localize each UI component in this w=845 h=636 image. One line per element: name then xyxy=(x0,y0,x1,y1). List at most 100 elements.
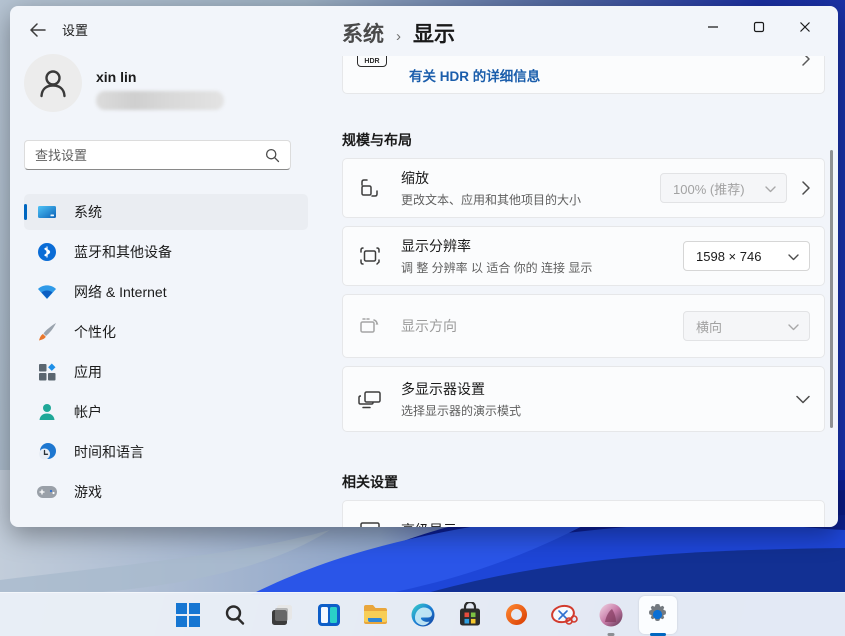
scale-icon xyxy=(357,175,383,201)
sidebar-item-system[interactable]: 系统 xyxy=(24,194,308,230)
resolution-subtitle: 调 整 分辨率 以 适合 你的 连接 显示 xyxy=(401,259,683,276)
widgets-icon xyxy=(316,602,342,628)
sidebar-item-personalization[interactable]: 个性化 xyxy=(24,314,308,350)
file-explorer-button[interactable] xyxy=(361,598,391,632)
sidebar: 设置 xin lin 系统 xyxy=(10,6,322,527)
back-arrow-icon xyxy=(29,23,46,37)
windows-logo-icon xyxy=(176,603,200,627)
office-icon xyxy=(504,602,529,627)
start-button[interactable] xyxy=(173,598,203,632)
taskbar-search-button[interactable] xyxy=(220,598,250,632)
scale-card[interactable]: 缩放 更改文本、应用和其他项目的大小 100% (推荐) xyxy=(342,158,825,218)
store-icon xyxy=(457,602,483,628)
task-view-icon xyxy=(269,602,295,628)
taskbar xyxy=(0,592,845,636)
store-button[interactable] xyxy=(455,598,485,632)
scissors-clip-icon xyxy=(550,602,578,628)
orientation-value: 横向 xyxy=(696,317,722,336)
chevron-down-icon xyxy=(765,181,776,196)
advanced-display-icon xyxy=(357,517,383,527)
orientation-card: 显示方向 横向 xyxy=(342,294,825,358)
sidebar-item-gaming[interactable]: 游戏 xyxy=(24,474,308,510)
advanced-display-card[interactable]: 高级显示 xyxy=(342,500,825,527)
chevron-down-icon xyxy=(788,319,799,334)
user-name: xin lin xyxy=(96,69,224,85)
chevron-down-icon[interactable] xyxy=(796,395,810,404)
edge-button[interactable] xyxy=(408,598,438,632)
settings-taskbar-button[interactable] xyxy=(643,598,673,632)
orientation-dropdown: 横向 xyxy=(683,311,810,341)
sidebar-item-time-language[interactable]: 时间和语言 xyxy=(24,434,308,470)
task-view-button[interactable] xyxy=(267,598,297,632)
sidebar-item-label: 游戏 xyxy=(74,482,102,502)
resolution-card[interactable]: 显示分辨率 调 整 分辨率 以 适合 你的 连接 显示 1598 × 746 xyxy=(342,226,825,286)
chevron-right-icon xyxy=(801,56,810,71)
scale-dropdown: 100% (推荐) xyxy=(660,173,787,203)
settings-search[interactable] xyxy=(24,140,291,170)
app-title: 设置 xyxy=(62,20,88,39)
sidebar-item-label: 时间和语言 xyxy=(74,442,144,462)
bluetooth-icon xyxy=(36,241,58,263)
widgets-button[interactable] xyxy=(314,598,344,632)
sidebar-item-network[interactable]: 网络 & Internet xyxy=(24,274,308,310)
hdr-details-link[interactable]: 有关 HDR 的详细信息 xyxy=(409,65,540,85)
breadcrumb-separator: › xyxy=(396,28,401,45)
scale-value: 100% (推荐) xyxy=(673,179,745,198)
orientation-icon xyxy=(357,313,383,339)
running-indicator xyxy=(607,633,614,636)
sidebar-nav: 系统 蓝牙和其他设备 网络 & Internet 个性化 xyxy=(24,194,308,510)
desktop: { "window": { "title": "设置", "breadcrumb… xyxy=(0,0,845,636)
page-title: 显示 xyxy=(413,18,455,48)
search-input[interactable] xyxy=(35,148,265,163)
system-icon xyxy=(36,201,58,223)
hdr-info-card[interactable]: HDR 有关 HDR 的详细信息 xyxy=(342,56,825,94)
person-icon xyxy=(36,66,70,100)
sidebar-item-accounts[interactable]: 帐户 xyxy=(24,394,308,430)
resolution-value: 1598 × 746 xyxy=(696,249,761,264)
apps-icon xyxy=(36,361,58,383)
scale-title: 缩放 xyxy=(401,168,660,188)
multi-display-icon xyxy=(357,386,383,412)
file-explorer-icon xyxy=(362,601,389,628)
close-button[interactable] xyxy=(782,14,828,40)
sidebar-item-label: 帐户 xyxy=(74,402,102,422)
sidebar-item-label: 应用 xyxy=(74,362,102,382)
advanced-display-title: 高级显示 xyxy=(401,520,810,527)
minimize-button[interactable] xyxy=(690,14,736,40)
search-icon xyxy=(265,148,280,163)
screen-clip-button[interactable] xyxy=(549,598,579,632)
edge-icon xyxy=(410,602,436,628)
multi-display-card[interactable]: 多显示器设置 选择显示器的演示模式 xyxy=(342,366,825,432)
orientation-title: 显示方向 xyxy=(401,316,683,336)
breadcrumb-system[interactable]: 系统 xyxy=(342,18,384,48)
user-profile[interactable]: xin lin xyxy=(24,54,224,112)
avatar xyxy=(24,54,82,112)
hdr-badge-icon: HDR xyxy=(357,56,387,67)
settings-content: HDR 有关 HDR 的详细信息 规模与布局 缩放 更改文本、应用和其他项目的大… xyxy=(342,6,825,527)
accounts-icon xyxy=(36,401,58,423)
resolution-dropdown[interactable]: 1598 × 746 xyxy=(683,241,810,271)
paintbrush-icon xyxy=(36,321,58,343)
user-email-redacted xyxy=(96,91,224,110)
section-related-settings: 相关设置 xyxy=(342,472,825,492)
multi-display-subtitle: 选择显示器的演示模式 xyxy=(401,402,796,419)
chevron-down-icon xyxy=(788,249,799,264)
sidebar-item-label: 蓝牙和其他设备 xyxy=(74,242,172,262)
sidebar-item-apps[interactable]: 应用 xyxy=(24,354,308,390)
office-button[interactable] xyxy=(502,598,532,632)
breadcrumb: 系统 › 显示 xyxy=(342,18,455,48)
active-indicator xyxy=(650,633,666,636)
network-wifi-icon xyxy=(36,281,58,303)
sidebar-item-label: 个性化 xyxy=(74,322,116,342)
sidebar-item-bluetooth-devices[interactable]: 蓝牙和其他设备 xyxy=(24,234,308,270)
resolution-icon xyxy=(357,243,383,269)
back-button[interactable] xyxy=(28,21,46,39)
profile-app-button[interactable] xyxy=(596,598,626,632)
scrollbar-thumb[interactable] xyxy=(830,150,833,428)
titlebar: 设置 xyxy=(28,20,88,39)
profile-app-icon xyxy=(598,602,624,628)
sidebar-item-label: 系统 xyxy=(74,202,102,222)
main-pane: 系统 › 显示 HDR 有关 HDR 的详细信息 规模与布局 缩放 xyxy=(322,6,838,527)
resolution-title: 显示分辨率 xyxy=(401,236,683,256)
maximize-button[interactable] xyxy=(736,14,782,40)
